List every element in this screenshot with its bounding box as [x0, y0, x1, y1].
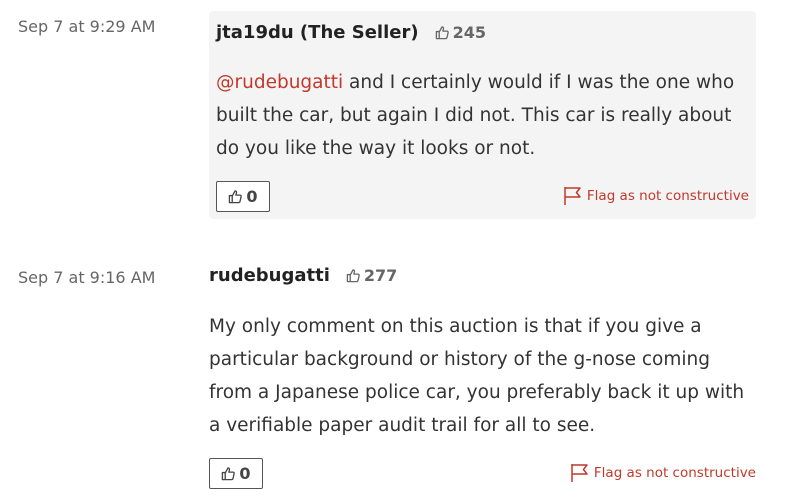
flag-label: Flag as not constructive: [586, 188, 749, 204]
thumbs-up-icon: [435, 26, 449, 40]
thumbs-up-icon: [346, 269, 360, 283]
flag-icon: [564, 187, 581, 205]
upvote-button[interactable]: 0: [216, 181, 270, 212]
thumbs-up-icon: [222, 467, 236, 481]
seller-comment-card: jta19du (The Seller) 245 @rudebugatti an…: [209, 11, 756, 219]
flag-button[interactable]: Flag as not constructive: [570, 463, 756, 483]
flag-label: Flag as not constructive: [593, 465, 756, 481]
comment-timestamp: Sep 7 at 9:16 AM: [18, 268, 156, 287]
author-likes: 245: [435, 23, 486, 42]
comment-body: My only comment on this auction is that …: [209, 316, 745, 436]
comment-body: @rudebugatti and I certainly would if I …: [216, 66, 746, 165]
comment-author[interactable]: jta19du (The Seller): [216, 22, 419, 43]
upvote-button[interactable]: 0: [209, 458, 263, 489]
comment-item: Sep 7 at 9:16 AM rudebugatti 277 My only…: [0, 250, 786, 502]
author-likes: 277: [346, 266, 397, 285]
likes-count: 277: [363, 266, 398, 285]
comment-author[interactable]: rudebugatti: [209, 265, 330, 286]
thumbs-up-icon: [229, 190, 243, 204]
likes-count: 245: [452, 23, 486, 42]
user-mention-link[interactable]: @rudebugatti: [216, 72, 343, 93]
flag-icon: [571, 464, 588, 482]
comment-item: Sep 7 at 9:29 AM jta19du (The Seller) 24…: [0, 0, 786, 230]
comment-header: jta19du (The Seller) 245: [216, 22, 486, 43]
vote-count: 0: [239, 464, 251, 483]
vote-count: 0: [246, 187, 258, 206]
comment-header: rudebugatti 277: [209, 265, 397, 286]
comment-timestamp: Sep 7 at 9:29 AM: [18, 17, 156, 36]
flag-button[interactable]: Flag as not constructive: [563, 186, 749, 206]
comment-card: rudebugatti 277 My only comment on this …: [209, 250, 756, 502]
